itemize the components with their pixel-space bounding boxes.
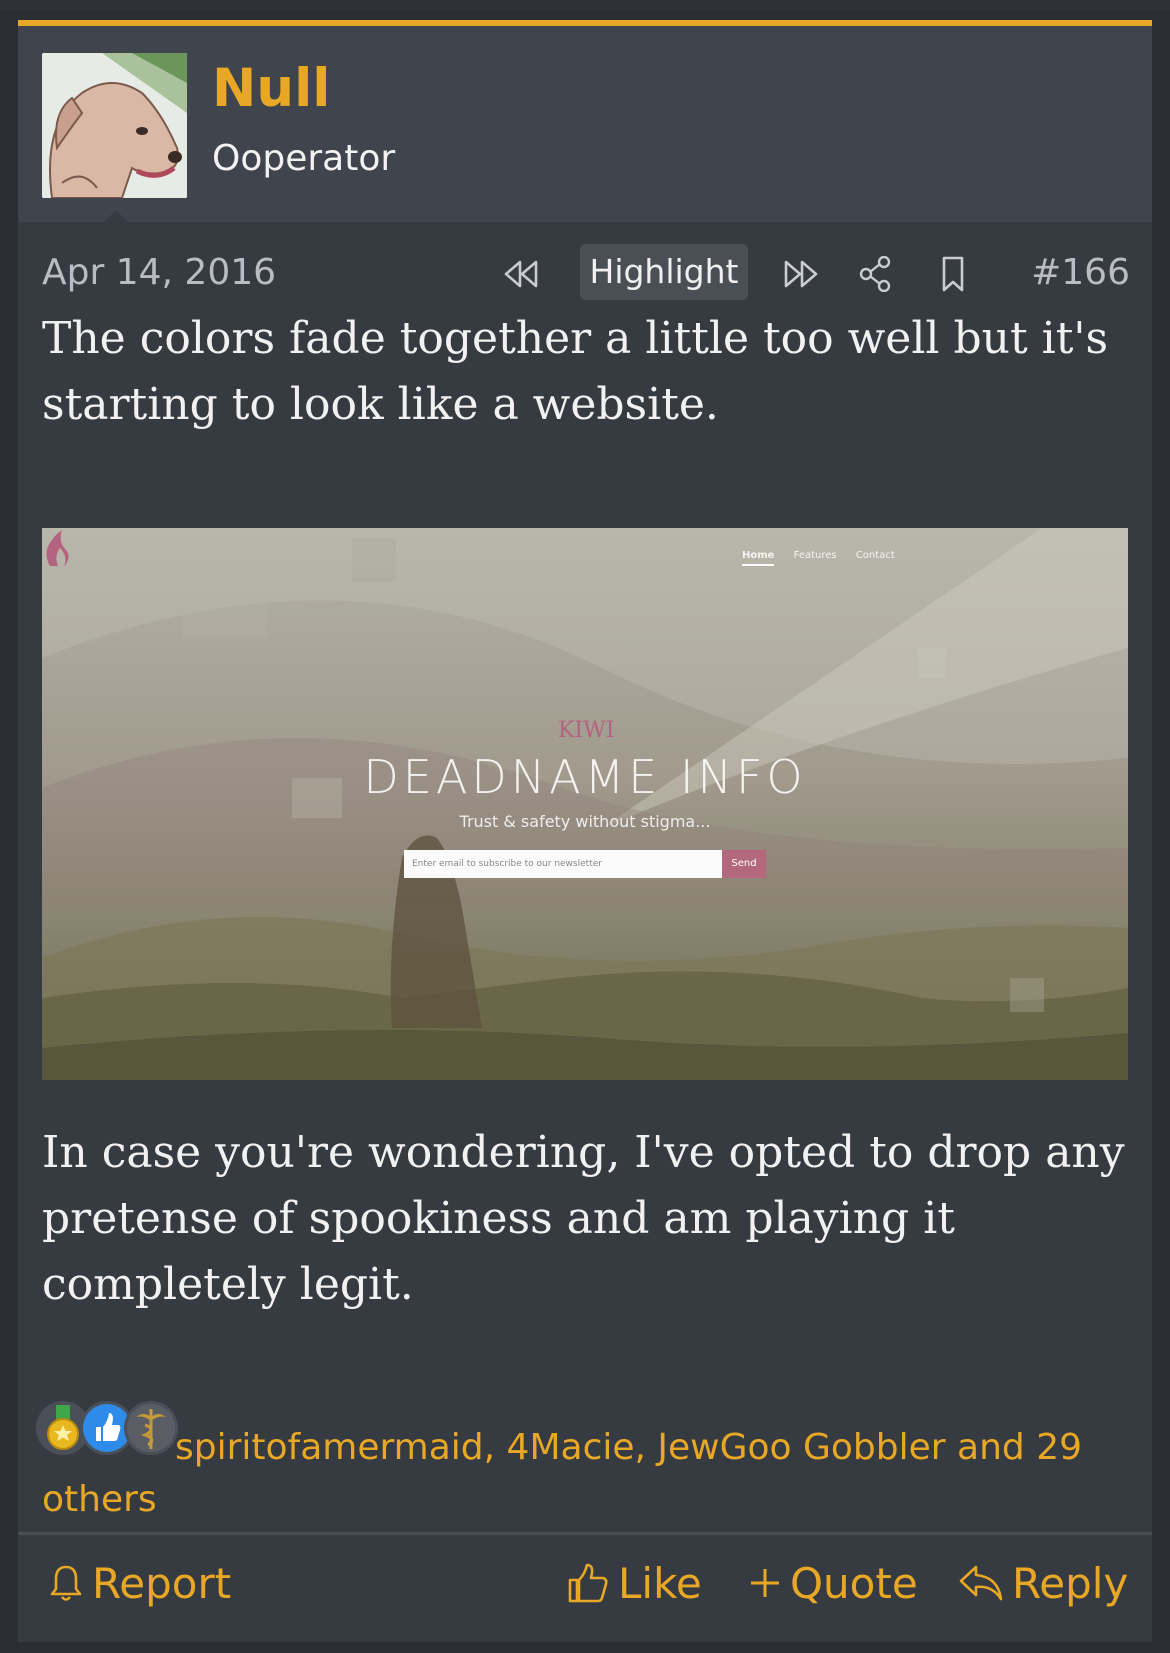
user-header: Null Ooperator xyxy=(18,26,1152,222)
share-icon[interactable] xyxy=(854,256,898,292)
quote-button[interactable]: Quote xyxy=(748,1555,918,1611)
top-strip xyxy=(0,0,1170,10)
embedded-nav-features: Features xyxy=(793,550,837,561)
embedded-title: DEADNAME INFO xyxy=(363,750,807,804)
post-paragraph-2: In case you're wondering, I've opted to … xyxy=(42,1127,1125,1310)
embedded-email-input: Enter email to subscribe to our newslett… xyxy=(404,850,722,878)
post-number[interactable]: #166 xyxy=(1031,252,1130,293)
embedded-nav-contact: Contact xyxy=(855,550,895,561)
user-title: Ooperator xyxy=(212,138,396,179)
report-label: Report xyxy=(92,1558,232,1608)
highlight-button[interactable]: Highlight xyxy=(580,244,748,300)
post-meta-bar: Apr 14, 2016 Highlight #166 xyxy=(18,234,1152,304)
post-footer: Report Like Quote Reply xyxy=(18,1532,1152,1642)
kiwi-logo-text: KIWI xyxy=(558,718,615,743)
post-paragraph-1: The colors fade together a little too we… xyxy=(42,313,1109,430)
reply-arrow-icon xyxy=(959,1565,1003,1601)
post-date[interactable]: Apr 14, 2016 xyxy=(42,252,276,293)
bell-icon xyxy=(50,1565,82,1601)
embedded-send-button: Send xyxy=(722,850,766,878)
rewind-icon[interactable] xyxy=(500,256,544,292)
reply-label: Reply xyxy=(1012,1558,1129,1608)
embedded-subtitle: Trust & safety without stigma... xyxy=(459,812,711,831)
header-pointer xyxy=(102,210,130,224)
bookmark-icon[interactable] xyxy=(932,256,976,292)
like-label: Like xyxy=(618,1558,702,1608)
report-button[interactable]: Report xyxy=(48,1555,231,1611)
embedded-screenshot[interactable]: Home Features Contact KIWI DEADNAME INFO… xyxy=(42,528,1128,1080)
fast-forward-icon[interactable] xyxy=(778,256,822,292)
like-button[interactable]: Like xyxy=(566,1555,702,1611)
forum-post: Null Ooperator Apr 14, 2016 Highlight #1… xyxy=(18,20,1152,1642)
misty-mountain-background xyxy=(42,528,1128,1080)
username[interactable]: Null xyxy=(212,58,330,119)
avatar[interactable] xyxy=(42,53,187,198)
thumbs-up-outline-icon xyxy=(568,1563,608,1603)
reaction-users-link[interactable]: spiritofamermaid, 4Macie, JewGoo Gobbler… xyxy=(42,1422,1132,1526)
embedded-nav-home: Home xyxy=(742,550,775,566)
quote-label: Quote xyxy=(790,1558,918,1608)
embedded-nav: Home Features Contact xyxy=(742,550,911,566)
reply-button[interactable]: Reply xyxy=(958,1555,1128,1611)
dog-avatar-icon xyxy=(42,53,187,198)
kiwi-flame-logo-icon xyxy=(46,530,69,566)
plus-icon xyxy=(751,1569,779,1597)
